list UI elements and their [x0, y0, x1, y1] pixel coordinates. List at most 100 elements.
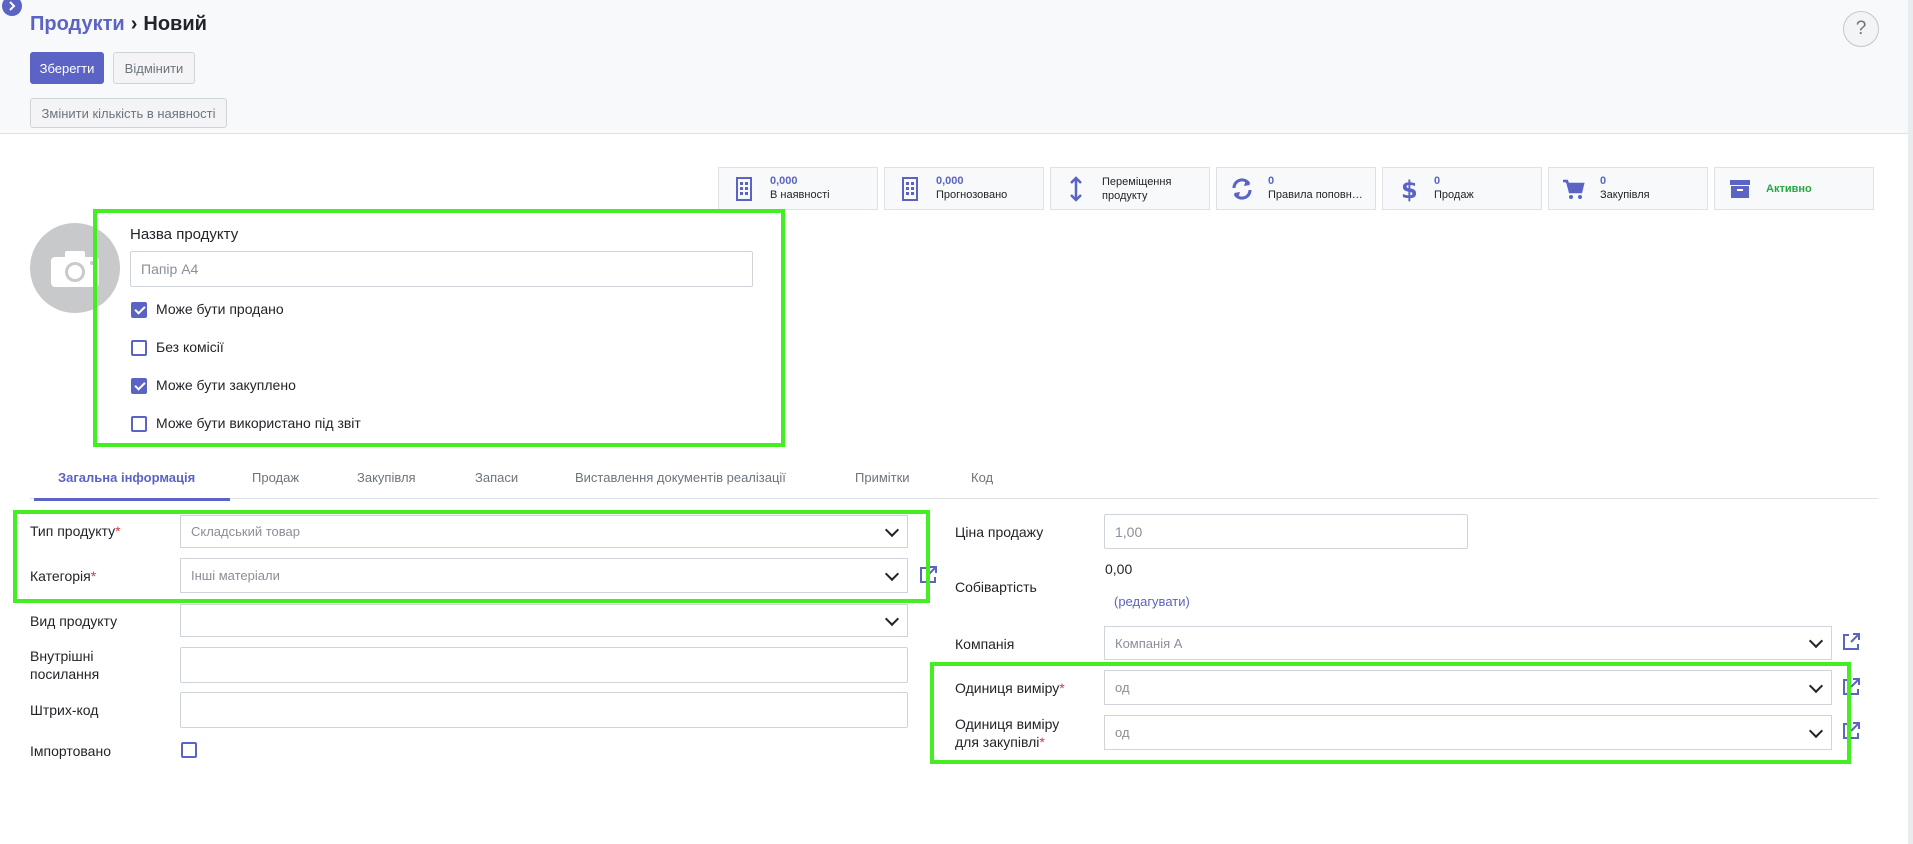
- tabs-divider: [30, 498, 1878, 499]
- stat-reorder-value: 0: [1268, 175, 1275, 187]
- help-button[interactable]: ?: [1843, 11, 1879, 47]
- building-icon: [902, 177, 918, 201]
- internal-reference-input[interactable]: [180, 647, 908, 683]
- tab-sales[interactable]: Продаж: [252, 470, 299, 485]
- stat-sales-button[interactable]: $ 0 Продаж: [1382, 167, 1542, 210]
- chevron-down-icon: [1808, 633, 1824, 649]
- category-value: Інші матеріали: [191, 568, 280, 583]
- product-type-value: Складський товар: [191, 524, 300, 539]
- page-title: Новий: [143, 13, 207, 35]
- category-select[interactable]: Інші матеріали: [180, 558, 908, 593]
- imported-label: Імпортовано: [30, 743, 111, 759]
- imported-checkbox[interactable]: [181, 742, 197, 758]
- sale-price-label: Ціна продажу: [955, 524, 1044, 540]
- purchase-uom-select[interactable]: од: [1104, 715, 1832, 750]
- no-commission-label: Без комісії: [156, 339, 224, 355]
- highlight-product-header: [93, 209, 785, 447]
- can-be-sold-checkbox[interactable]: [131, 302, 147, 318]
- product-image[interactable]: [30, 223, 120, 313]
- barcode-input[interactable]: [180, 692, 908, 728]
- building-icon: [736, 177, 752, 201]
- company-value: Компанія А: [1115, 635, 1183, 651]
- stat-moves-button[interactable]: Переміщення продукту: [1050, 167, 1210, 210]
- scrollbar[interactable]: [1908, 0, 1913, 844]
- stat-on-hand-label: В наявності: [770, 189, 830, 201]
- refresh-icon: [1232, 178, 1252, 200]
- archive-icon: [1730, 180, 1750, 198]
- can-be-expensed-checkbox[interactable]: [131, 416, 147, 432]
- can-be-purchased-checkbox[interactable]: [131, 378, 147, 394]
- purchase-uom-value: од: [1115, 725, 1130, 740]
- chevron-down-icon: [884, 566, 900, 581]
- product-name-input[interactable]: Папір A4: [130, 251, 753, 287]
- stat-purchases-button[interactable]: 0 Закупівля: [1548, 167, 1708, 210]
- uom-label-text: Одиниця виміру: [955, 680, 1060, 696]
- category-external-link-icon[interactable]: [918, 565, 938, 585]
- uom-value: од: [1115, 680, 1130, 695]
- stat-moves-label: Переміщення продукту: [1102, 175, 1171, 203]
- stat-purchases-value: 0: [1600, 175, 1607, 187]
- active-tab-underline: [34, 498, 230, 501]
- stat-active-label: Активно: [1766, 183, 1812, 195]
- stat-reorder-button[interactable]: 0 Правила поповн…: [1216, 167, 1376, 210]
- product-type-label: Тип продукту*: [30, 522, 121, 540]
- required-mark: *: [1059, 680, 1065, 696]
- tab-notes[interactable]: Примітки: [855, 470, 910, 485]
- internal-reference-label-line2: посилання: [30, 666, 100, 682]
- purchase-uom-external-link-icon[interactable]: [1841, 721, 1861, 741]
- breadcrumb: Продукти › Новий: [30, 13, 207, 36]
- breadcrumb-products-link[interactable]: Продукти: [30, 13, 125, 35]
- product-kind-label: Вид продукту: [30, 613, 118, 629]
- product-type-select[interactable]: Складський товар: [180, 515, 908, 548]
- required-mark: *: [1039, 734, 1045, 750]
- stat-reorder-label: Правила поповн…: [1268, 189, 1363, 201]
- stat-on-hand-value: 0,000: [770, 175, 798, 187]
- can-be-sold-label: Може бути продано: [156, 301, 284, 317]
- svg-text:$: $: [1401, 176, 1418, 202]
- no-commission-checkbox[interactable]: [131, 340, 147, 356]
- tab-code[interactable]: Код: [971, 470, 993, 485]
- product-kind-select[interactable]: [180, 604, 908, 637]
- stat-moves-label-line1: Переміщення: [1102, 176, 1172, 188]
- company-external-link-icon[interactable]: [1841, 632, 1861, 652]
- can-be-expensed-label: Може бути використано під звіт: [156, 415, 361, 431]
- tab-invoicing[interactable]: Виставлення документів реалізації: [575, 470, 786, 485]
- control-panel: [0, 0, 1908, 95]
- required-mark: *: [115, 523, 121, 539]
- cancel-button[interactable]: Відмінити: [113, 52, 195, 84]
- stat-purchases-label: Закупівля: [1600, 189, 1650, 201]
- cart-icon: [1563, 179, 1585, 199]
- chevron-down-icon: [1808, 678, 1824, 693]
- stat-forecast-button[interactable]: 0,000 Прогнозовано: [884, 167, 1044, 210]
- company-select[interactable]: Компанія А: [1104, 626, 1832, 660]
- tab-purchase[interactable]: Закупівля: [357, 470, 416, 485]
- uom-select[interactable]: од: [1104, 670, 1832, 705]
- product-type-label-text: Тип продукту: [30, 523, 116, 539]
- purchase-uom-label-line2: для закупівлі: [955, 734, 1040, 750]
- camera-icon: [51, 251, 99, 287]
- internal-reference-label: Внутрішні посилання: [30, 647, 99, 683]
- category-label: Категорія*: [30, 567, 96, 585]
- tab-inventory[interactable]: Запаси: [475, 470, 518, 485]
- can-be-purchased-label: Може бути закуплено: [156, 377, 296, 393]
- dollar-icon: $: [1401, 176, 1418, 202]
- internal-reference-label-line1: Внутрішні: [30, 648, 94, 664]
- stat-active-button[interactable]: Активно: [1714, 167, 1874, 210]
- chevron-down-icon: [884, 522, 900, 537]
- stat-on-hand-button[interactable]: 0,000 В наявності: [718, 167, 878, 210]
- chevron-down-icon: [1808, 723, 1824, 738]
- chevron-down-icon: [884, 611, 900, 626]
- tab-general-info[interactable]: Загальна інформація: [58, 470, 195, 485]
- uom-external-link-icon[interactable]: [1841, 677, 1861, 697]
- breadcrumb-separator: ›: [130, 13, 138, 35]
- stat-moves-label-line2: продукту: [1102, 190, 1148, 202]
- sidebar-toggle-icon[interactable]: [0, 0, 22, 16]
- cost-edit-link[interactable]: (редагувати): [1114, 594, 1190, 609]
- update-quantity-button[interactable]: Змінити кількість в наявності: [30, 98, 227, 128]
- uom-label: Одиниця виміру*: [955, 679, 1065, 697]
- sale-price-input[interactable]: 1,00: [1104, 514, 1468, 549]
- barcode-label: Штрих-код: [30, 702, 99, 718]
- category-label-text: Категорія: [30, 568, 91, 584]
- status-bar: [0, 95, 1908, 134]
- save-button[interactable]: Зберегти: [30, 52, 104, 84]
